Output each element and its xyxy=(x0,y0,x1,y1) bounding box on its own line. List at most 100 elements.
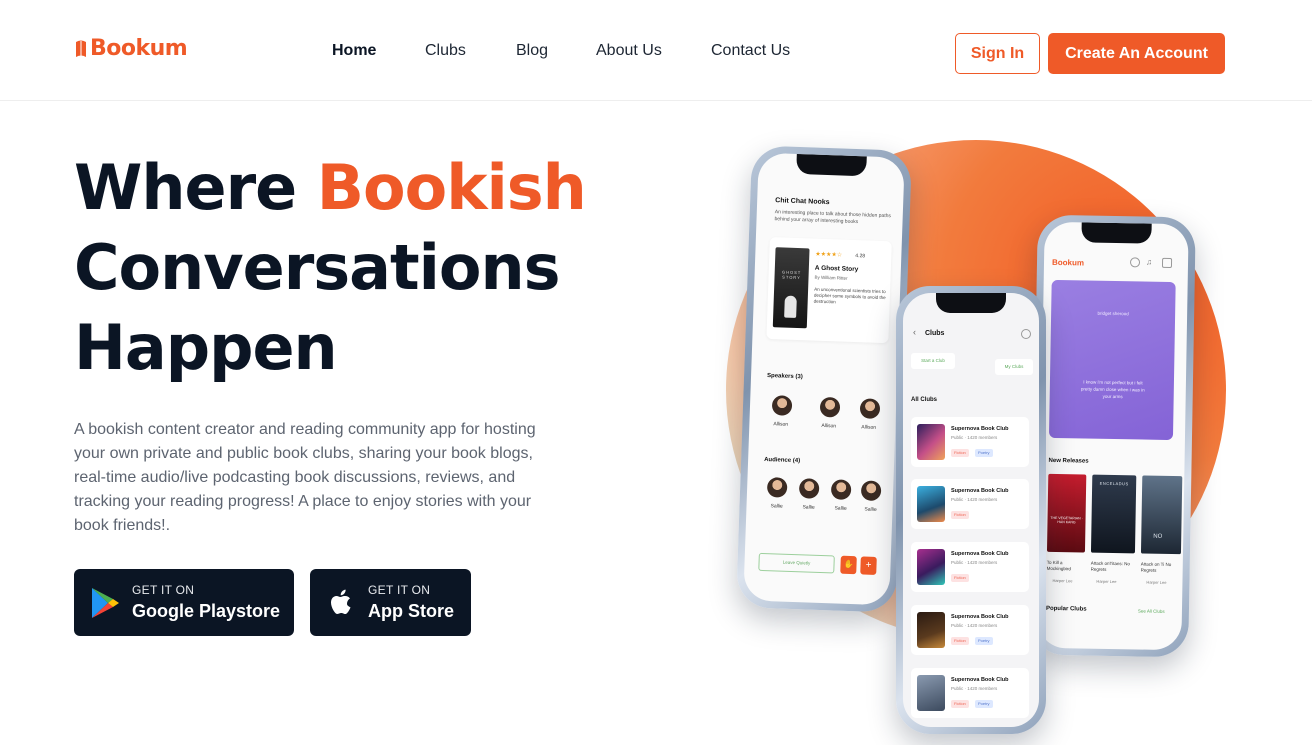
brand-logo[interactable]: Bookum xyxy=(74,36,188,61)
nav-home[interactable]: Home xyxy=(332,40,425,62)
new-release-title: Attack on Ti No Regrets xyxy=(1140,561,1172,573)
sign-in-button[interactable]: Sign In xyxy=(955,33,1040,74)
audience-name: Sallie xyxy=(802,504,815,511)
book-cover-text: GHOST STORY xyxy=(781,269,802,281)
club-tag: Poetry xyxy=(975,449,993,457)
google-store-big-label: Google Playstore xyxy=(132,601,281,621)
phone-notch xyxy=(1081,222,1152,244)
start-club-button[interactable]: Start a Club xyxy=(911,353,955,369)
audience-avatar[interactable] xyxy=(798,478,820,499)
book-cover: GHOST STORY xyxy=(772,247,810,329)
speaker-avatar[interactable] xyxy=(771,395,793,416)
app-store-button[interactable]: GET IT ON App Store xyxy=(310,569,471,636)
new-release-title: To Kill a Mockingbird xyxy=(1046,559,1071,572)
new-release-cover[interactable]: NO xyxy=(1140,475,1183,555)
apple-store-text: GET IT ON App Store xyxy=(368,583,454,622)
google-store-small-label: GET IT ON xyxy=(132,583,195,597)
apple-icon xyxy=(331,589,351,614)
club-tag: Poetry xyxy=(975,700,993,708)
book-title: A Ghost Story xyxy=(814,264,859,274)
brand-name: Bookum xyxy=(90,36,188,61)
leave-quietly-button[interactable]: Leave Quietly xyxy=(758,552,835,574)
club-thumbnail xyxy=(917,549,945,585)
phone-mockup-clubs: ‹ Clubs Start a Club My Clubs All Clubs … xyxy=(896,286,1046,734)
club-thumbnail xyxy=(917,675,945,711)
banner-quote: I know i'm not perfect but i felt pretty… xyxy=(1080,379,1145,400)
google-playstore-button[interactable]: GET IT ON Google Playstore xyxy=(74,569,294,636)
new-release-cover-text: ENCELADUS xyxy=(1099,480,1129,487)
audio-room-screen: Chit Chat Nooks An interesting place to … xyxy=(743,152,905,606)
audience-avatar[interactable] xyxy=(830,479,852,501)
clubs-screen: ‹ Clubs Start a Club My Clubs All Clubs … xyxy=(903,293,1039,727)
club-meta: Public · 1420 members xyxy=(951,686,998,691)
club-meta: Public · 1420 members xyxy=(951,497,998,502)
featured-quote-banner[interactable]: bridget sherood I know i'm not perfect b… xyxy=(1048,279,1176,441)
back-chevron-icon[interactable]: ‹ xyxy=(913,327,916,337)
audience-name: Sallie xyxy=(834,505,847,512)
hero-description: A bookish content creator and reading co… xyxy=(74,421,536,534)
club-tag: Fiction xyxy=(951,637,969,645)
room-description: An interesting place to talk about those… xyxy=(774,209,892,226)
speaker-avatar[interactable] xyxy=(819,396,841,418)
apple-store-small-label: GET IT ON xyxy=(368,583,431,597)
popular-clubs-label: Popular Clubs xyxy=(1045,605,1087,613)
book-card[interactable]: GHOST STORY ★★★★☆ 4.28 A Ghost Story By … xyxy=(766,237,892,344)
new-release-cover-text: THE VEGETARIAN · HAN KANG xyxy=(1050,515,1083,525)
nav-clubs[interactable]: Clubs xyxy=(425,40,516,62)
app-logo: Bookum xyxy=(1051,257,1085,268)
audience-avatar[interactable] xyxy=(766,477,788,498)
nav-blog[interactable]: Blog xyxy=(516,40,596,62)
all-clubs-label: All Clubs xyxy=(911,397,938,403)
new-releases-label: New Releases xyxy=(1048,457,1089,465)
hero-title: Where Bookish Conversations Happen xyxy=(74,148,634,388)
club-tag: Fiction xyxy=(951,449,969,457)
google-store-text: GET IT ON Google Playstore xyxy=(132,583,280,622)
speaker-name: Allison xyxy=(773,421,789,428)
audience-avatar[interactable] xyxy=(860,480,882,502)
audience-label: Audience (4) xyxy=(764,456,801,465)
club-tag: Poetry xyxy=(975,637,993,645)
club-tag: Fiction xyxy=(951,511,969,519)
club-name: Supernova Book Club xyxy=(951,551,1009,557)
club-meta: Public · 1420 members xyxy=(951,435,998,440)
club-name: Supernova Book Club xyxy=(951,677,1009,683)
bell-icon[interactable]: ♫ xyxy=(1146,258,1152,267)
speaker-avatar[interactable] xyxy=(859,398,881,419)
my-clubs-button[interactable]: My Clubs xyxy=(995,359,1033,375)
new-release-cover[interactable]: ENCELADUS xyxy=(1090,474,1137,554)
club-tag: Fiction xyxy=(951,574,969,582)
speaker-name: Allison xyxy=(861,424,877,431)
clubs-title: Clubs xyxy=(925,330,945,337)
create-account-button[interactable]: Create An Account xyxy=(1048,33,1225,74)
club-list-item[interactable]: Supernova Book Club Public · 1420 member… xyxy=(911,668,1029,718)
club-thumbnail xyxy=(917,612,945,648)
club-meta: Public · 1420 members xyxy=(951,623,998,628)
hero-visual: Chit Chat Nooks An interesting place to … xyxy=(700,120,1260,745)
google-play-icon xyxy=(92,587,119,618)
club-list-item[interactable]: Supernova Book Club Public · 1420 member… xyxy=(911,479,1029,529)
search-icon[interactable] xyxy=(1129,257,1141,268)
hero-title-line2: Conversations xyxy=(74,231,561,304)
new-release-cover[interactable]: THE VEGETARIAN · HAN KANG xyxy=(1046,473,1087,553)
nav-contact-us[interactable]: Contact Us xyxy=(711,40,811,62)
club-thumbnail xyxy=(917,486,945,522)
audience-name: Sallie xyxy=(770,503,783,510)
nav-about-us[interactable]: About Us xyxy=(596,40,711,62)
book-rating: 4.28 xyxy=(855,253,866,260)
raise-hand-icon[interactable]: ✋ xyxy=(840,555,857,575)
plus-icon[interactable]: + xyxy=(860,556,877,575)
home-screen: Bookum ♫ bridget sherood I know i'm not … xyxy=(1037,221,1189,651)
see-all-clubs-link[interactable]: See All Clubs xyxy=(1138,608,1165,613)
new-release-cover-text: NO xyxy=(1153,533,1163,540)
phone-mockup-audio-room: Chit Chat Nooks An interesting place to … xyxy=(735,145,913,613)
search-icon[interactable] xyxy=(1021,329,1031,339)
club-list-item[interactable]: Supernova Book Club Public · 1420 member… xyxy=(911,605,1029,655)
chat-icon[interactable] xyxy=(1161,257,1173,269)
club-list-item[interactable]: Supernova Book Club Public · 1420 member… xyxy=(911,417,1029,467)
new-release-author: Harper Lee xyxy=(1052,577,1073,584)
room-title: Chit Chat Nooks xyxy=(775,197,830,207)
new-release-title: Attack onTitans: No Regrets xyxy=(1090,560,1130,572)
club-list-item[interactable]: Supernova Book Club Public · 1420 member… xyxy=(911,542,1029,592)
new-release-author: Harper Lee xyxy=(1096,578,1117,585)
phone-notch xyxy=(936,293,1006,313)
